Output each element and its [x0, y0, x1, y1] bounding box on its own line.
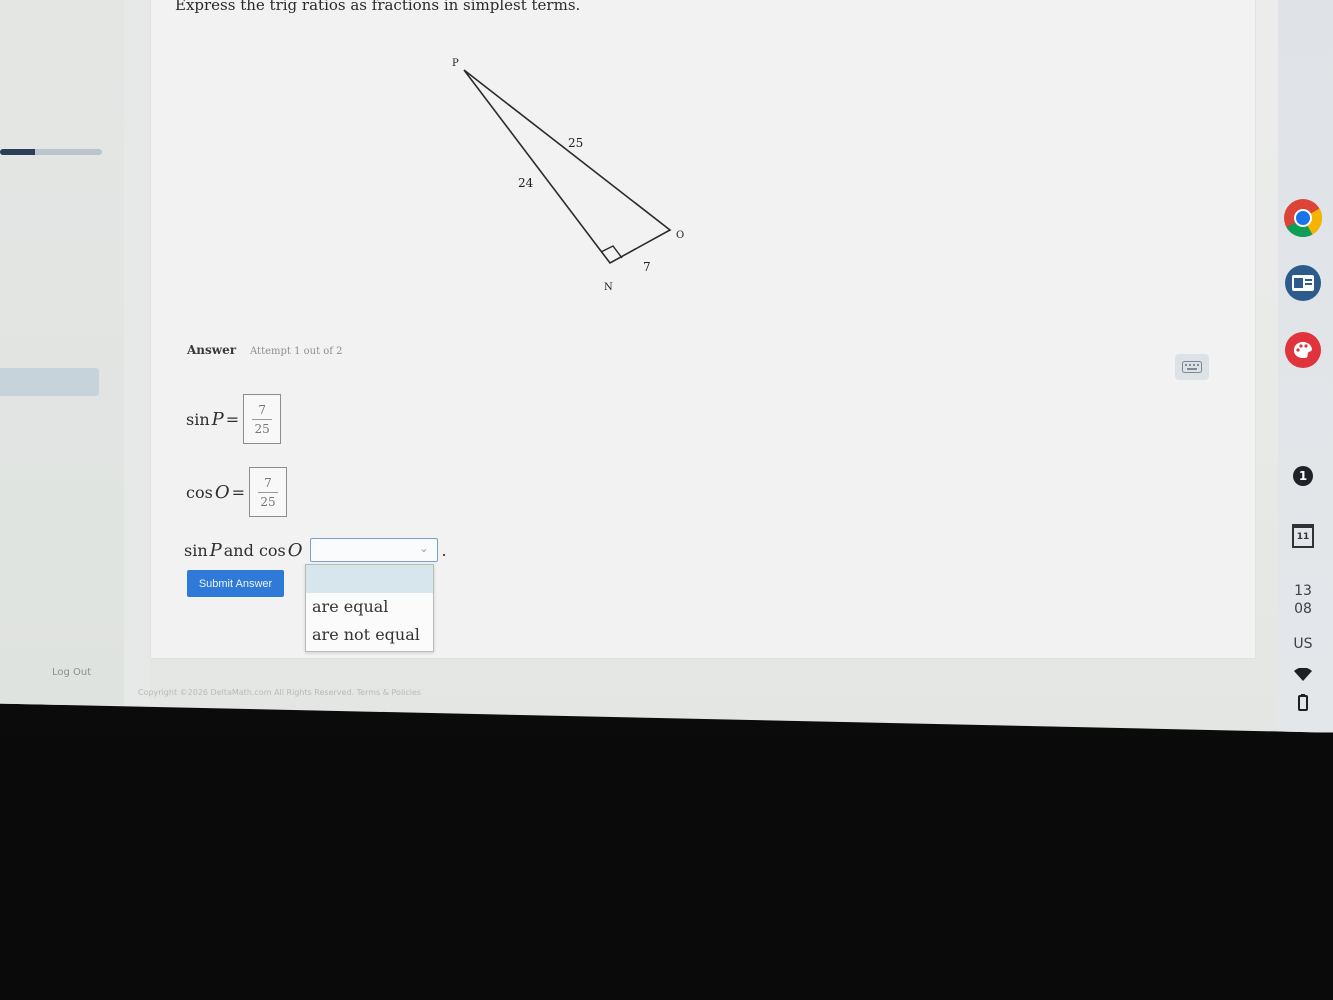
battery-icon-glyph: [1298, 694, 1308, 711]
sin-variable: P: [211, 408, 224, 430]
chrome-icon-glyph: [1284, 199, 1323, 238]
attempt-counter: Attempt 1 out of 2: [250, 346, 343, 357]
cos-numerator[interactable]: 7: [264, 476, 272, 490]
compare-var-o: O: [287, 539, 303, 561]
clock-hour: 13: [1294, 583, 1312, 599]
calendar-day: 11: [1292, 524, 1314, 548]
notification-badge[interactable]: 1: [1278, 466, 1328, 486]
screen: Log Out Express the trig ratios as fract…: [0, 0, 1333, 733]
vertex-label-o: O: [676, 230, 684, 241]
sin-fraction-input[interactable]: 7 25: [243, 394, 282, 444]
sin-equation-row: sin P = 7 25: [186, 394, 282, 444]
sidebar-item-active[interactable]: [0, 368, 99, 396]
side-label-pn: 24: [518, 176, 534, 190]
side-label-no: 7: [643, 260, 651, 274]
comparison-select[interactable]: ⌄: [309, 538, 438, 562]
classroom-icon[interactable]: [1278, 264, 1328, 302]
system-shelf: 1 11 13 08 US: [1278, 0, 1333, 733]
notification-count: 1: [1293, 466, 1313, 486]
cos-fraction-bar: [257, 491, 278, 493]
cos-equals: =: [231, 482, 245, 502]
locale-text: US: [1293, 636, 1313, 652]
triangle-shape: [463, 69, 672, 265]
sin-fraction-bar: [252, 418, 273, 420]
locale-indicator[interactable]: US: [1278, 636, 1328, 652]
cos-prefix: cos: [186, 482, 213, 502]
compare-var-p: P: [209, 539, 222, 561]
cos-fraction-input[interactable]: 7 25: [248, 467, 287, 517]
question-text: Express the trig ratios as fractions in …: [175, 0, 581, 14]
dropdown-option-blank[interactable]: [306, 565, 433, 593]
palette-icon-glyph: [1285, 332, 1321, 368]
content-gutter: [124, 0, 150, 705]
comparison-dropdown-menu: are equal are not equal: [305, 564, 434, 652]
sidebar-progress-fill: [0, 149, 35, 155]
sidebar-progress-bar: [0, 149, 102, 155]
chrome-icon[interactable]: [1278, 198, 1328, 238]
dropdown-option-are-equal[interactable]: are equal: [306, 593, 433, 621]
vertex-label-n: N: [604, 282, 613, 293]
answer-heading: Answer: [187, 343, 237, 357]
wifi-icon-glyph: [1294, 668, 1312, 681]
compare-period: .: [441, 540, 447, 560]
logout-link[interactable]: Log Out: [52, 667, 91, 678]
sin-denominator[interactable]: 25: [255, 422, 270, 436]
cos-variable: O: [214, 481, 230, 503]
wifi-icon[interactable]: [1278, 668, 1328, 682]
cos-denominator[interactable]: 25: [260, 495, 275, 509]
sin-numerator[interactable]: 7: [258, 403, 266, 417]
compare-sin-prefix: sin: [184, 540, 208, 560]
keyboard-icon-glyph: [1182, 361, 1202, 373]
keyboard-icon[interactable]: [1175, 354, 1209, 380]
cos-equation-row: cos O = 7 25: [186, 467, 287, 517]
laptop-bezel: [0, 736, 1333, 1000]
vertex-label-p: P: [452, 58, 459, 69]
clock-minute: 08: [1294, 601, 1312, 617]
sidebar: Log Out: [0, 0, 125, 705]
sin-equals: =: [225, 409, 240, 429]
submit-answer-button[interactable]: Submit Answer: [187, 570, 284, 597]
classroom-icon-glyph: [1285, 265, 1321, 301]
clock[interactable]: 13 08: [1278, 583, 1328, 617]
battery-icon[interactable]: [1278, 694, 1328, 711]
copyright-footer: Copyright ©2026 DeltaMath.com All Rights…: [138, 688, 422, 697]
sin-prefix: sin: [186, 409, 210, 429]
triangle-diagram: P O N 25 24 7: [452, 58, 684, 293]
chevron-down-icon[interactable]: ⌄: [419, 542, 428, 555]
calendar-icon[interactable]: 11: [1278, 524, 1328, 548]
compare-mid-text: and cos: [223, 540, 286, 560]
dropdown-option-are-not-equal[interactable]: are not equal: [306, 621, 433, 649]
side-label-po: 25: [568, 136, 583, 150]
palette-icon[interactable]: [1278, 331, 1328, 369]
compare-row: sin P and cos O ⌄ .: [184, 538, 447, 562]
